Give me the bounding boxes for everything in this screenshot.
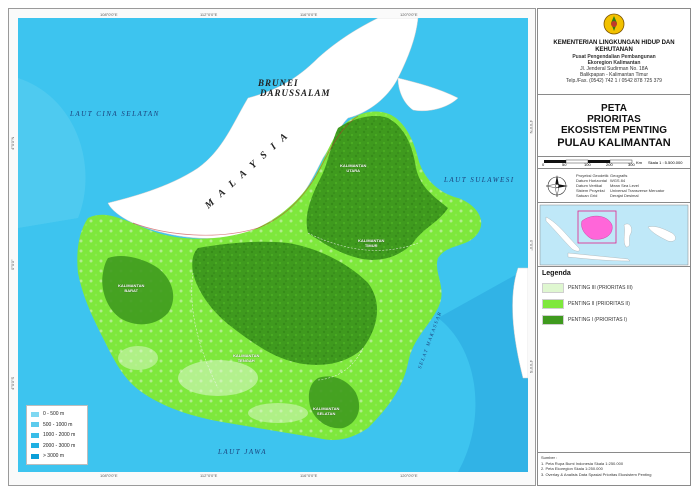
source-line: 3. Overlay & Analisis Data Spasial Prior… [541,471,652,477]
sea-label-laut-jawa: LAUT JAWA [218,448,267,456]
elevation-swatch [31,422,39,428]
elevation-label: > 3000 m [43,453,64,460]
legend-swatch [542,315,564,325]
country-label-brunei-1: BRUNEI [258,78,299,88]
elevation-label: 0 - 500 m [43,411,65,418]
penting-iii-patch-1 [178,360,258,396]
info-key: Satuan Grid [576,193,598,198]
inset-map-graphic [539,204,689,266]
legend: Legenda PENTING III (PRIORITAS III) PENT… [538,267,690,453]
map-title-block: PETA PRIORITAS EKOSISTEM PENTING PULAU K… [538,95,690,157]
region-label-kalsel[interactable]: KALIMANTAN SELATAN [313,406,339,416]
map-title-line-1: PETA [601,103,627,114]
inset-map[interactable] [538,203,690,267]
scale-tick: 200 [606,162,613,167]
institution-name-2: KEHUTANAN [595,47,633,53]
legend-swatch [542,299,564,309]
elevation-swatch [31,443,39,449]
grid-tick-top-1: 108°0'0"E [100,12,118,17]
grid-tick-left-3: 4°0'0"S [10,376,15,390]
grid-tick-right-2: 0°0'0" [529,240,534,251]
elevation-legend: 0 - 500 m 500 - 1000 m 1000 - 2000 m 200… [26,405,88,465]
grid-tick-top-4: 120°0'0"E [400,12,418,17]
grid-tick-right-1: 4°0'0"N [529,120,534,134]
elevation-label: 1000 - 2000 m [43,432,76,439]
scale-tick: 300 [628,162,635,167]
grid-tick-left-2: 0°0'0" [10,259,15,270]
elevation-label: 2000 - 3000 m [43,442,76,449]
elevation-legend-item: > 3000 m [31,451,83,462]
elevation-swatch [31,453,39,459]
grid-tick-top-3: 116°0'0"E [300,12,318,17]
legend-title: Legenda [542,270,571,277]
legend-label: PENTING III (PRIORITAS III) [568,285,633,291]
country-label-brunei-2: DARUSSALAM [260,88,331,98]
info-row: Satuan Grid Derajat Desimal [576,193,664,198]
scale-tick: 100 [584,162,591,167]
sea-label-laut-cina-selatan: LAUT CINA SELATAN [70,110,160,118]
elevation-legend-item: 0 - 500 m [31,409,83,420]
north-arrow-icon [545,175,568,198]
institution-name-1: KEMENTERIAN LINGKUNGAN HIDUP DAN [553,40,675,46]
institution-header: KEMENTERIAN LINGKUNGAN HIDUP DAN KEHUTAN… [538,9,690,95]
region-label-kalbar[interactable]: KALIMANTAN BARAT [118,283,144,293]
grid-tick-bottom-3: 116°0'0"E [300,473,318,478]
grid-tick-bottom-1: 108°0'0"E [100,473,118,478]
region-label-kaltim[interactable]: KALIMANTAN TIMUR [358,238,384,248]
grid-tick-right-3: 4°0'0"S [529,360,534,374]
map-sheet: 108°0'0"E 112°0'0"E 116°0'0"E 120°0'0"E … [0,0,698,494]
elevation-legend-item: 1000 - 2000 m [31,430,83,441]
map-title-line-2: PRIORITAS [587,114,641,125]
legend-item[interactable]: PENTING I (PRIORITAS I) [542,315,686,325]
legend-swatch [542,283,564,293]
grid-tick-left-1: 4°0'0"N [10,136,15,150]
penting-iii-patch-2 [118,346,158,370]
elevation-swatch [31,411,39,417]
scale-unit: Km [636,160,642,165]
region-label-kaltara[interactable]: KALIMANTAN UTARA [340,163,366,173]
info-value: Derajat Desimal [610,193,639,198]
map-title-line-4: PULAU KALIMANTAN [557,137,671,149]
scale-ratio: Skala 1 : 5.500.000 [648,160,683,165]
grid-tick-top-2: 112°0'0"E [200,12,218,17]
legend-item[interactable]: PENTING II (PRIORITAS II) [542,299,686,309]
legend-item[interactable]: PENTING III (PRIORITAS III) [542,283,686,293]
legend-label: PENTING II (PRIORITAS II) [568,301,630,307]
penting-iii-patch-3 [248,403,308,423]
grid-tick-bottom-2: 112°0'0"E [200,473,218,478]
ministry-logo-icon [603,13,625,35]
scale-tick: 50 [562,162,567,167]
projection-info: Proyeksi Geodetik Geografis Datum Horizo… [538,169,690,203]
grid-tick-bottom-4: 120°0'0"E [400,473,418,478]
sea-label-laut-sulawesi: LAUT SULAWESI [444,176,515,184]
scale-tick: 0 [542,162,545,167]
scale-bar: 0 50 100 200 300 Km Skala 1 : 5.500.000 [538,157,690,169]
elevation-swatch [31,432,39,438]
elevation-legend-item: 500 - 1000 m [31,420,83,431]
region-label-kalteng[interactable]: KALIMANTAN TENGAH [233,353,259,363]
elevation-label: 500 - 1000 m [43,421,73,428]
map-info-panel: KEMENTERIAN LINGKUNGAN HIDUP DAN KEHUTAN… [537,8,691,486]
institution-address-3: Telp./Fax. (0542) 742 1 / 0542 878 725 3… [566,78,662,84]
data-sources: Sumber : 1. Peta Rupa Bumi Indonesia Ska… [538,453,690,485]
map-canvas[interactable]: LAUT CINA SELATAN LAUT SULAWESI LAUT JAW… [18,18,528,472]
map-title-line-3: EKOSISTEM PENTING [560,125,668,136]
projection-info-list: Proyeksi Geodetik Geografis Datum Horizo… [576,173,664,198]
elevation-legend-item: 2000 - 3000 m [31,441,83,452]
legend-label: PENTING I (PRIORITAS I) [568,317,628,323]
